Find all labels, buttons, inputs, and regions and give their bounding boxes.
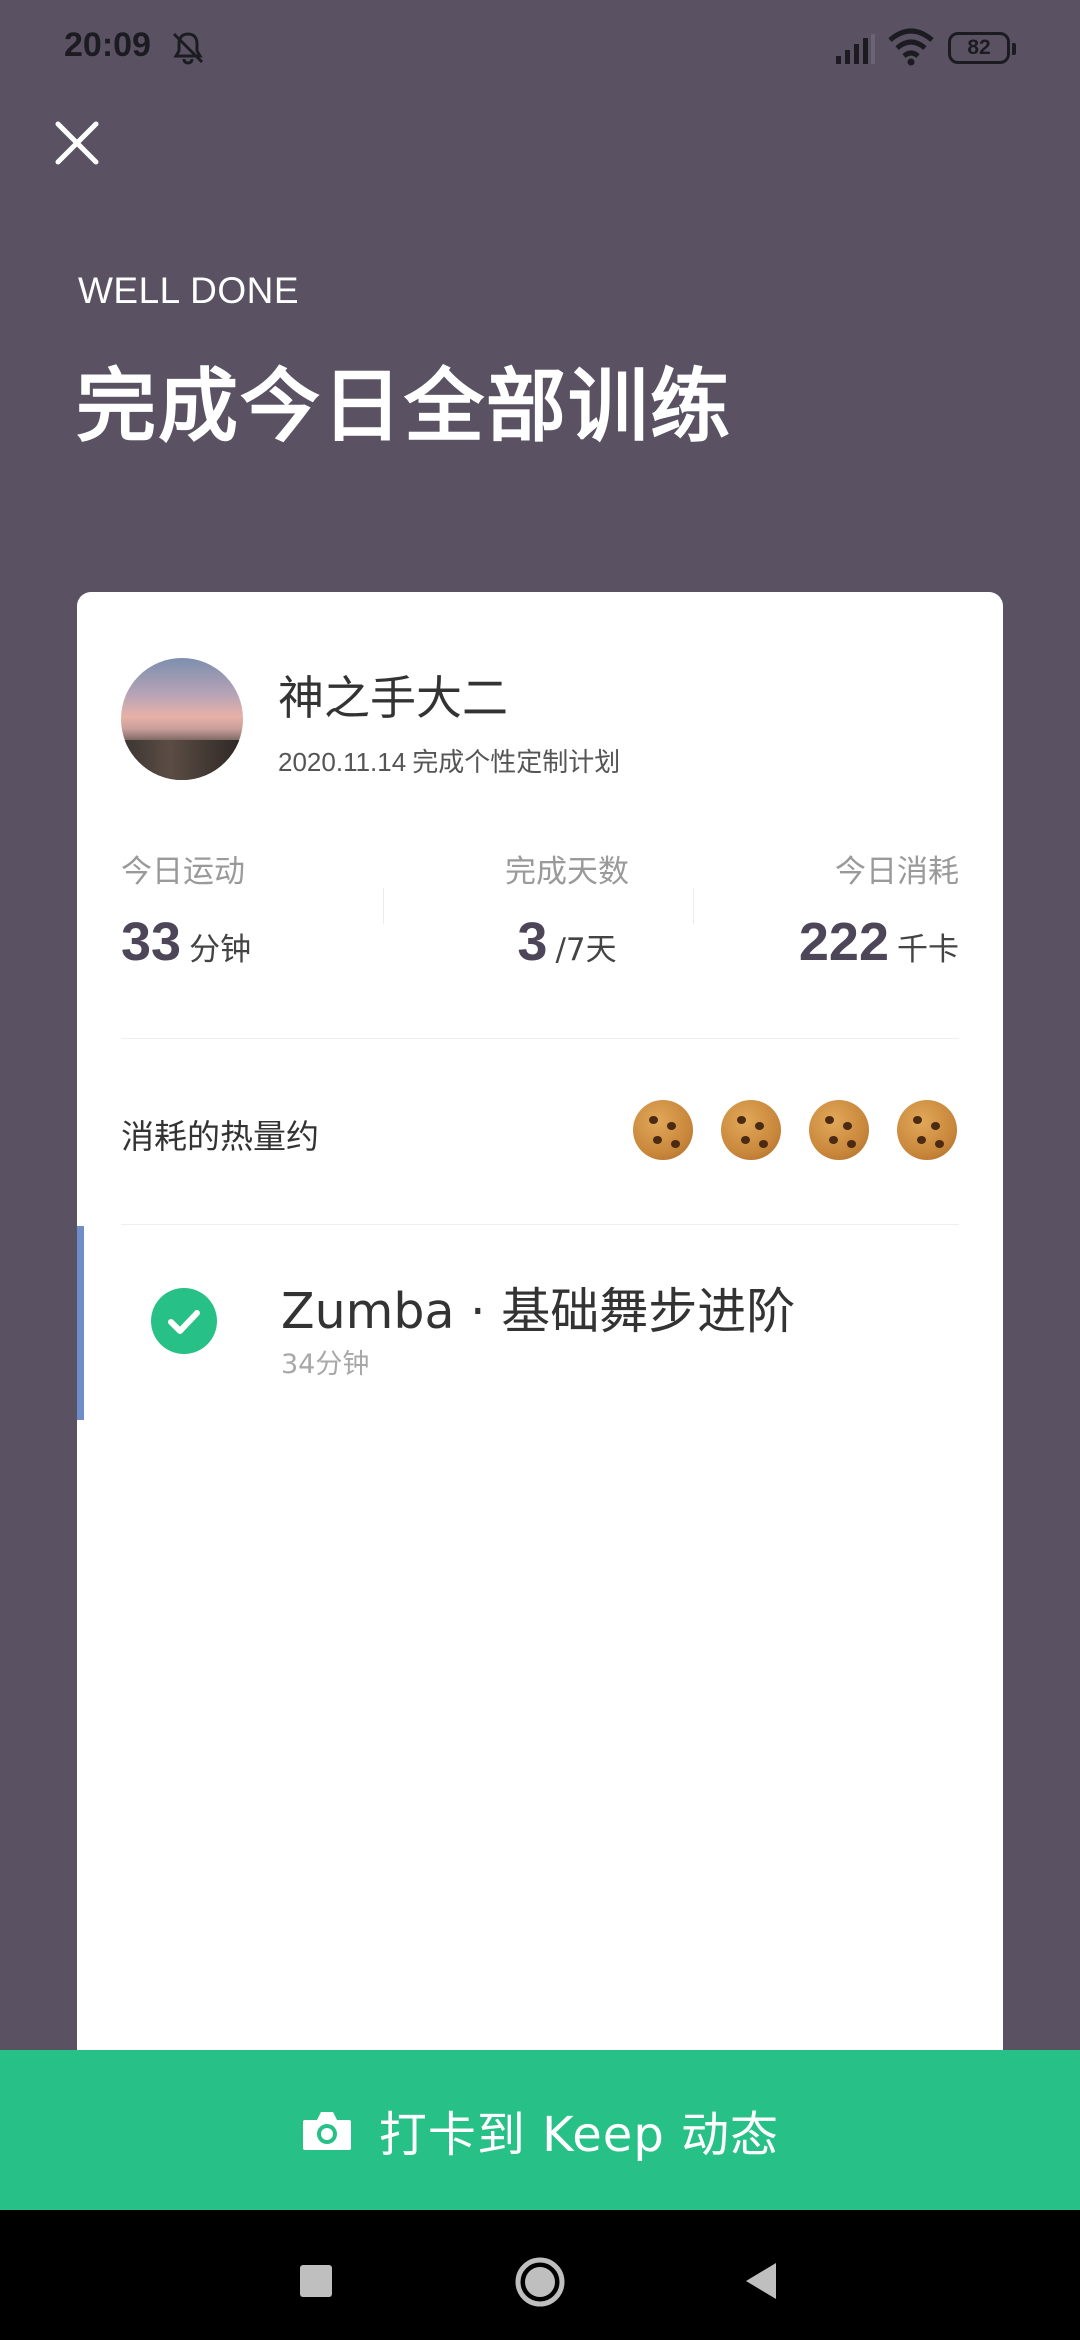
cookie-icon xyxy=(897,1100,957,1160)
status-bar: 20:09 82 xyxy=(0,0,1080,100)
username: 神之手大二 xyxy=(278,671,508,725)
well-done-label: WELL DONE xyxy=(78,270,300,311)
signal-icon xyxy=(836,34,875,64)
notifications-muted-icon xyxy=(172,32,204,65)
home-button[interactable] xyxy=(514,2256,566,2308)
stat-divider xyxy=(383,888,384,924)
divider xyxy=(121,1038,959,1039)
avatar[interactable] xyxy=(121,658,243,780)
divider xyxy=(121,1224,959,1225)
summary-card: 神之手大二 2020.11.14 完成个性定制计划 今日运动 33 分钟 完成天数 … xyxy=(77,592,1003,2152)
stat-divider xyxy=(693,888,694,924)
stat-completed-days: 完成天数 3/7天 xyxy=(437,846,697,973)
stat-value: 3 xyxy=(517,912,548,972)
recent-apps-button[interactable] xyxy=(300,2265,332,2297)
plan-completion-line: 2020.11.14 完成个性定制计划 xyxy=(278,742,620,779)
workout-title[interactable]: Zumba · 基础舞步进阶 xyxy=(281,1272,795,1343)
camera-icon xyxy=(302,2112,351,2150)
stat-unit: 千卡 xyxy=(897,932,959,968)
status-time: 20:09 xyxy=(64,26,151,64)
page-title: 完成今日全部训练 xyxy=(76,360,732,453)
stat-value: 33 xyxy=(121,912,182,972)
battery-indicator: 82 xyxy=(948,32,1016,64)
stat-today-calories: 今日消耗 222 千卡 xyxy=(799,846,959,973)
checkin-label: 打卡到 Keep 动态 xyxy=(378,2107,780,2163)
cookie-icon xyxy=(721,1100,781,1160)
stat-value: 222 xyxy=(798,912,889,972)
back-button[interactable] xyxy=(742,2260,780,2302)
check-circle-icon xyxy=(151,1288,217,1354)
battery-level: 82 xyxy=(967,36,991,59)
checkin-keep-button[interactable]: 打卡到 Keep 动态 xyxy=(0,2050,1080,2210)
stat-label: 完成天数 xyxy=(505,854,629,890)
stat-unit: 分钟 xyxy=(189,932,252,968)
wifi-icon xyxy=(888,28,934,66)
calorie-equivalent-label: 消耗的热量约 xyxy=(121,1117,319,1156)
stat-label: 今日消耗 xyxy=(835,854,959,890)
cookie-icon xyxy=(809,1100,869,1160)
stat-today-exercise: 今日运动 33 分钟 xyxy=(121,846,251,973)
close-icon[interactable] xyxy=(52,118,102,168)
workout-duration: 34分钟 xyxy=(281,1349,370,1380)
completion-date: 2020.11.14 xyxy=(278,747,407,777)
cookie-icon xyxy=(633,1100,693,1160)
stat-unit: /7天 xyxy=(555,932,617,968)
plan-text: 完成个性定制计划 xyxy=(412,748,621,778)
cookie-icons xyxy=(633,1100,957,1160)
stat-label: 今日运动 xyxy=(121,854,245,890)
workout-accent-bar xyxy=(77,1226,84,1420)
